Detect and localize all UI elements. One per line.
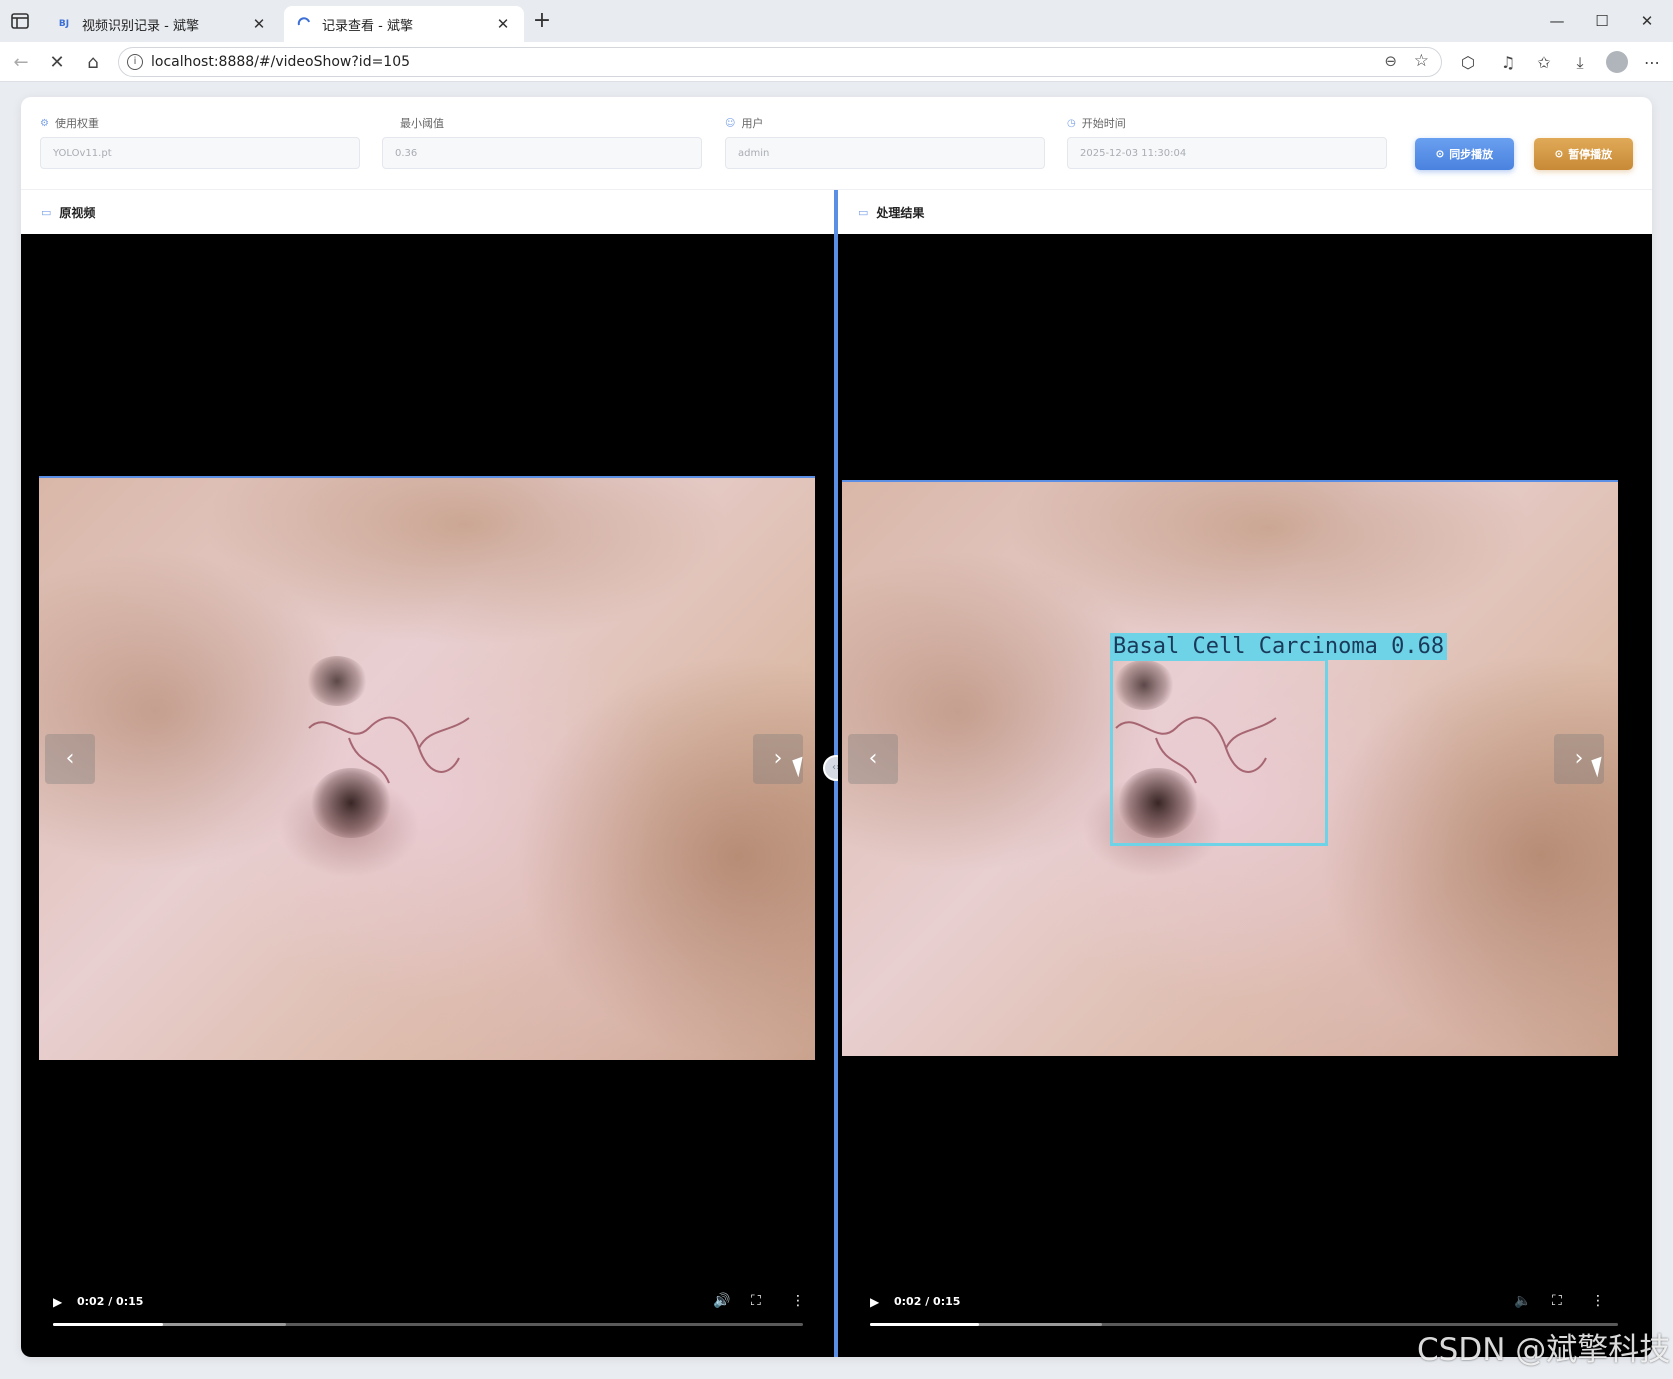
url-box[interactable]: i localhost:8888/#/videoShow?id=105 ⊖ ☆	[118, 47, 1442, 77]
downloads-icon[interactable]: ⤓	[1568, 51, 1592, 75]
cube-icon: ⚙	[40, 117, 49, 129]
pause-circle-icon: ⊙	[1554, 148, 1564, 160]
weights-field: ⚙ 使用权重	[40, 115, 370, 169]
sync-play-button[interactable]: ⊙ 同步播放	[1415, 138, 1514, 170]
close-tab-icon[interactable]: ✕	[250, 15, 268, 33]
pause-play-button[interactable]: ⊙ 暂停播放	[1534, 138, 1633, 170]
original-video-frame[interactable]: ‹ ›	[39, 476, 815, 1060]
muted-volume-icon[interactable]: 🔈	[1514, 1293, 1531, 1309]
original-video-panel: ▭ 原视频 ‹ › ▶ 0:02 / 0:15 🔊 ⛶ ⋮	[21, 190, 834, 1357]
video-time: 0:02 / 0:15	[894, 1295, 961, 1308]
original-video-title: 原视频	[59, 205, 96, 220]
original-progress-track[interactable]	[53, 1323, 803, 1326]
page: ⚙ 使用权重 最小阈值 ☺ 用户 ◷ 开始时间 ⊙ 同步播放 ⊙ 暂停播放 ▭ 原视频	[0, 82, 1673, 1379]
weights-input[interactable]	[40, 137, 360, 169]
video-compare-card: ⚙ 使用权重 最小阈值 ☺ 用户 ◷ 开始时间 ⊙ 同步播放 ⊙ 暂停播放 ▭ 原视频	[21, 97, 1652, 1357]
extensions-icon[interactable]: ⬡	[1456, 51, 1480, 75]
result-video-header: ▭ 处理结果	[838, 190, 1652, 234]
result-video-panel: ▭ 处理结果 Basal Cell Carcinoma 0.68 ‹ › ▶ 0…	[838, 190, 1652, 1357]
fullscreen-icon[interactable]: ⛶	[751, 1293, 761, 1309]
play-circle-icon: ⊙	[1435, 148, 1445, 160]
detection-box	[1110, 658, 1328, 846]
video-camera-icon: ▭	[41, 205, 52, 219]
tab-title: 视频识别记录 - 斌擎	[82, 18, 199, 34]
threshold-label: 最小阈值	[400, 117, 444, 130]
pause-play-label: 暂停播放	[1568, 149, 1613, 161]
more-options-icon[interactable]: ⋮	[791, 1293, 805, 1309]
volume-icon[interactable]: 🔊	[713, 1293, 730, 1309]
url-text[interactable]: localhost:8888/#/videoShow?id=105	[151, 54, 410, 70]
more-options-icon[interactable]: ⋮	[1591, 1293, 1605, 1309]
monitor-icon: ▭	[858, 205, 869, 219]
record-info-row: ⚙ 使用权重 最小阈值 ☺ 用户 ◷ 开始时间 ⊙ 同步播放 ⊙ 暂停播放	[21, 97, 1652, 190]
user-label: 用户	[741, 117, 764, 130]
zoom-icon[interactable]: ⊖	[1384, 52, 1397, 70]
played-bar	[53, 1323, 163, 1326]
vessel-pattern	[308, 716, 470, 784]
video-time: 0:02 / 0:15	[77, 1295, 144, 1308]
close-tab-icon[interactable]: ✕	[494, 15, 512, 33]
favorite-star-icon[interactable]: ☆	[1414, 51, 1429, 71]
tab-record-view[interactable]: 记录查看 - 斌擎 ✕	[284, 6, 524, 42]
threshold-input[interactable]	[382, 137, 702, 169]
tab-video-records[interactable]: BJ 视频识别记录 - 斌擎 ✕	[44, 6, 280, 42]
original-video-controls: ▶ 0:02 / 0:15 🔊 ⛶ ⋮	[21, 1277, 834, 1357]
start-time-label: 开始时间	[1081, 117, 1126, 130]
result-video-title: 处理结果	[876, 205, 925, 220]
site-info-icon[interactable]: i	[127, 54, 143, 70]
back-icon[interactable]: ←	[8, 50, 34, 76]
tab-favicon-icon: BJ	[58, 19, 70, 29]
loading-spinner-icon	[296, 16, 312, 32]
played-bar	[870, 1323, 980, 1326]
threshold-field: 最小阈值	[382, 115, 712, 169]
result-video-frame[interactable]: Basal Cell Carcinoma 0.68 ‹ ›	[842, 480, 1618, 1056]
tab-bar: BJ 视频识别记录 - 斌擎 ✕ 记录查看 - 斌擎 ✕ + — ☐ ✕	[0, 0, 1673, 42]
sync-play-label: 同步播放	[1449, 149, 1494, 161]
fullscreen-icon[interactable]: ⛶	[1552, 1293, 1562, 1309]
watermark: CSDN @斌擎科技	[1417, 1332, 1671, 1368]
stop-loading-icon[interactable]: ✕	[44, 50, 70, 76]
tab-title: 记录查看 - 斌擎	[322, 18, 413, 34]
address-bar: ← ✕ ⌂ i localhost:8888/#/videoShow?id=10…	[0, 42, 1673, 82]
play-icon[interactable]: ▶	[870, 1295, 879, 1309]
previous-frame-button[interactable]: ‹	[45, 734, 95, 784]
more-menu-icon[interactable]: ⋯	[1640, 51, 1664, 75]
user-input[interactable]	[725, 137, 1045, 169]
original-video-header: ▭ 原视频	[21, 190, 834, 234]
user-icon: ☺	[725, 117, 736, 129]
user-field: ☺ 用户	[725, 115, 1055, 169]
close-window-icon[interactable]: ✕	[1627, 8, 1667, 34]
home-icon[interactable]: ⌂	[80, 50, 106, 76]
play-icon[interactable]: ▶	[53, 1295, 62, 1309]
tab-actions-icon[interactable]	[10, 12, 32, 30]
favorites-icon[interactable]: ✩	[1532, 51, 1556, 75]
weights-label: 使用权重	[54, 117, 99, 130]
previous-frame-button[interactable]: ‹	[848, 734, 898, 784]
clock-icon: ◷	[1067, 117, 1076, 129]
start-time-field: ◷ 开始时间	[1067, 115, 1397, 169]
browser-essentials-icon[interactable]: ♫	[1496, 51, 1520, 75]
new-tab-button[interactable]: +	[530, 10, 554, 34]
detection-label: Basal Cell Carcinoma 0.68	[1110, 633, 1448, 660]
profile-avatar[interactable]	[1606, 51, 1628, 73]
maximize-icon[interactable]: ☐	[1582, 8, 1622, 34]
minimize-icon[interactable]: —	[1537, 8, 1577, 34]
start-time-input[interactable]	[1067, 137, 1387, 169]
